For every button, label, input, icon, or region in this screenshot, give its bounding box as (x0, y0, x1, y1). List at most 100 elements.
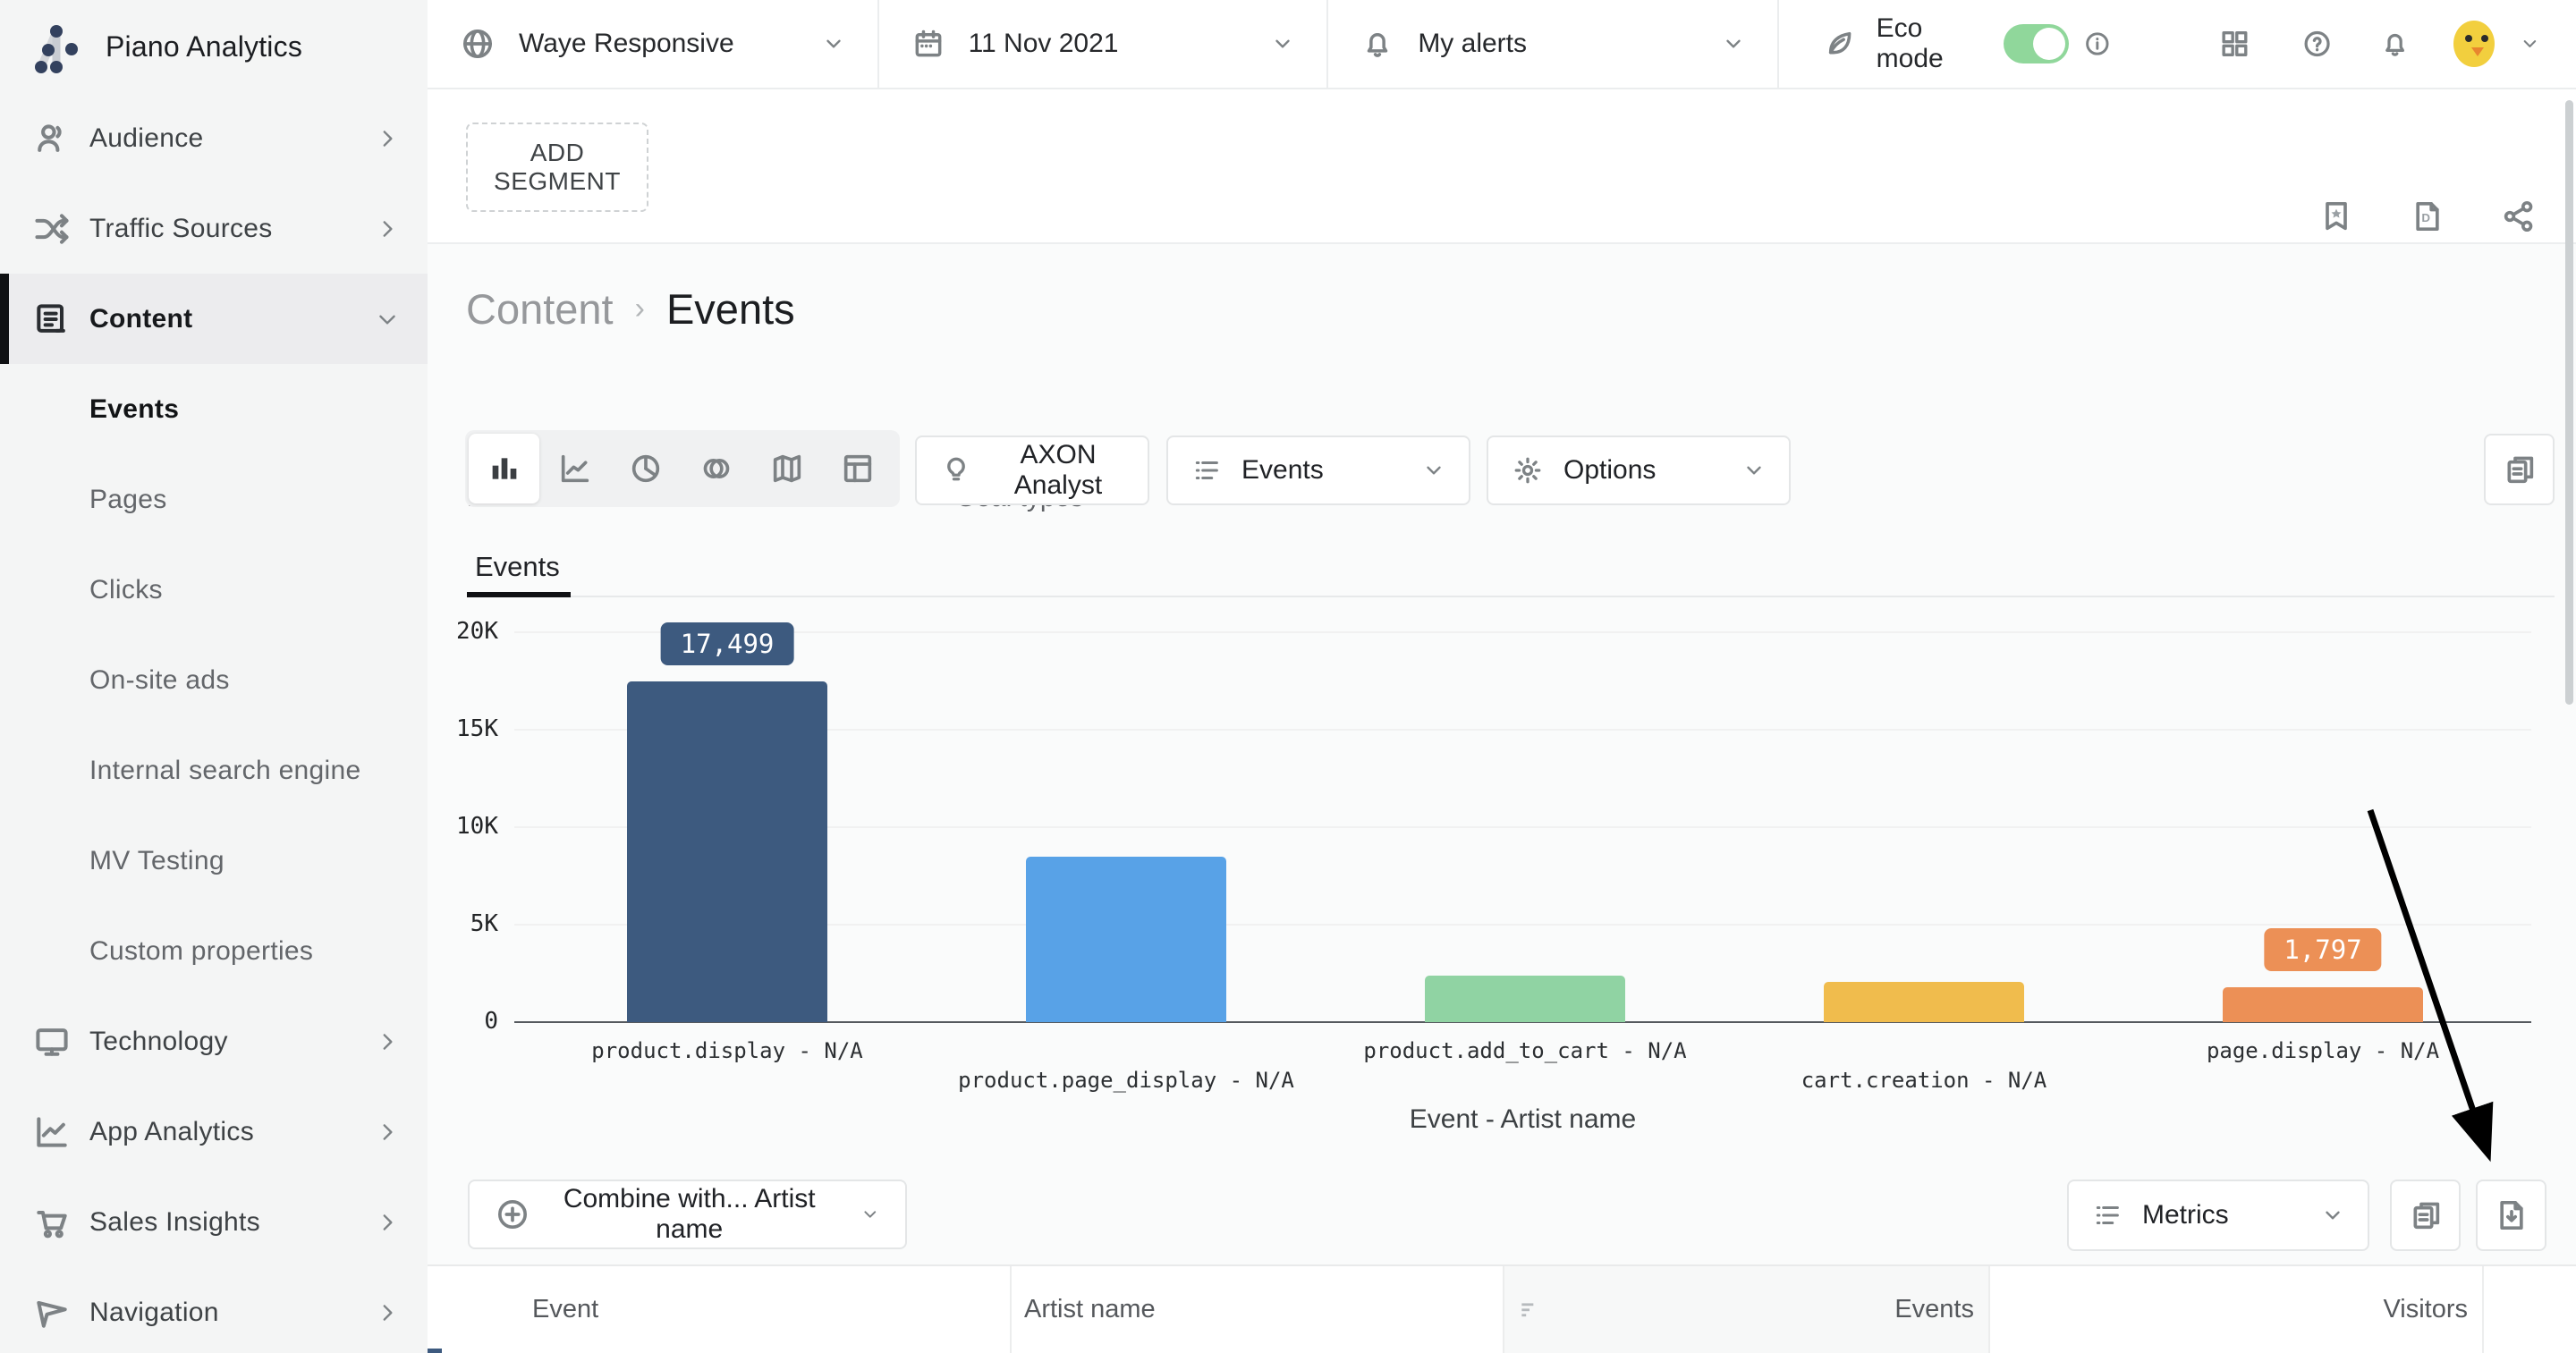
export-download-button[interactable] (2476, 1180, 2546, 1251)
lightbulb-icon (940, 454, 972, 486)
audience-icon (32, 119, 72, 158)
chevron-down-icon (822, 32, 845, 55)
column-header-event[interactable]: Event (428, 1266, 1012, 1353)
sidebar-item-navigation[interactable]: Navigation (0, 1267, 428, 1353)
column-header-artist-name[interactable]: Artist name (1012, 1266, 1504, 1353)
technology-icon (32, 1022, 72, 1061)
sidebar-item-label: Sales Insights (89, 1207, 260, 1238)
chart-type-venn[interactable] (681, 434, 751, 503)
column-header-events[interactable]: Events (1504, 1266, 1990, 1353)
combine-with-dropdown[interactable]: Combine with... Artist name (468, 1180, 907, 1249)
piano-analytics-page: Piano Analytics Audience Traffic Sources… (0, 0, 2576, 1353)
toggle-knob (2033, 28, 2065, 60)
chart-plot: 05K10K15K20K17,499product.display - N/Ap… (514, 617, 2531, 1022)
date-selector-label: 11 Nov 2021 (969, 29, 1119, 59)
chevron-down-icon (1271, 32, 1294, 55)
bell-icon (1360, 27, 1394, 61)
tab-bar-border (467, 596, 2555, 597)
sidebar-item-on-site-ads[interactable]: On-site ads (0, 635, 428, 725)
options-dropdown[interactable]: Options (1487, 435, 1791, 505)
y-axis-tick: 20K (432, 618, 498, 645)
column-header-spacer (2484, 1266, 2576, 1353)
bar-product.display - N/A[interactable] (627, 681, 827, 1022)
bookmark-icon[interactable] (2318, 199, 2354, 234)
table-icon (840, 451, 876, 486)
sidebar-item-label: MV Testing (89, 846, 225, 876)
app-title: Piano Analytics (106, 30, 302, 63)
line-chart-icon (557, 451, 593, 486)
x-axis-category-label: product.page_display - N/A (849, 1068, 1403, 1093)
sidebar-item-technology[interactable]: Technology (0, 996, 428, 1087)
report-document-icon[interactable]: D (2410, 199, 2445, 234)
site-selector[interactable]: Waye Responsive (428, 0, 879, 88)
chart-type-line[interactable] (539, 434, 610, 503)
info-icon[interactable] (2083, 28, 2112, 60)
chart-type-table[interactable] (822, 434, 893, 503)
copy-table-button[interactable] (2390, 1180, 2461, 1251)
bar-chart-icon (487, 451, 522, 486)
alerts-selector[interactable]: My alerts (1328, 0, 1779, 88)
chevron-right-icon (376, 127, 399, 150)
metrics-dropdown[interactable]: Metrics (2067, 1180, 2369, 1251)
chevron-right-icon (376, 1301, 399, 1324)
axon-analyst-button[interactable]: AXON Analyst (915, 435, 1149, 505)
sidebar-item-label: Pages (89, 485, 167, 515)
chevron-down-icon (1722, 32, 1745, 55)
chevron-down-icon (1742, 459, 1766, 482)
column-label: Artist name (1024, 1295, 1156, 1324)
app-logo[interactable]: Piano Analytics (0, 0, 428, 93)
sidebar-item-clicks[interactable]: Clicks (0, 545, 428, 635)
content-icon (32, 300, 72, 339)
bar-product.page_display - N/A[interactable] (1026, 857, 1226, 1022)
sidebar-item-content[interactable]: Content (0, 274, 428, 364)
venn-diagram-icon (699, 451, 734, 486)
notifications-bell-icon[interactable] (2379, 26, 2411, 62)
copy-icon (2502, 452, 2538, 487)
sidebar-item-events[interactable]: Events (0, 364, 428, 454)
chevron-down-icon[interactable] (2520, 32, 2540, 55)
chevron-down-icon (376, 308, 399, 331)
vertical-scrollbar[interactable] (2565, 100, 2573, 705)
bar-product.add_to_cart - N/A[interactable] (1425, 976, 1625, 1022)
sidebar-item-traffic-sources[interactable]: Traffic Sources (0, 183, 428, 274)
bar-cart.creation - N/A[interactable] (1824, 982, 2024, 1022)
sidebar-item-internal-search-engine[interactable]: Internal search engine (0, 725, 428, 816)
column-header-visitors[interactable]: Visitors (1990, 1266, 2484, 1353)
page-actions: D (2318, 199, 2537, 234)
sidebar-item-mv-testing[interactable]: MV Testing (0, 816, 428, 906)
x-axis-category-label: product.add_to_cart - N/A (1248, 1038, 1802, 1063)
sidebar-item-app-analytics[interactable]: App Analytics (0, 1087, 428, 1177)
eco-mode-toggle[interactable] (2004, 24, 2068, 63)
apps-grid-icon[interactable] (2218, 25, 2251, 63)
y-axis-tick: 5K (432, 910, 498, 937)
dimension-dropdown[interactable]: Events (1166, 435, 1470, 505)
sidebar: Piano Analytics Audience Traffic Sources… (0, 0, 428, 1353)
copy-chart-button[interactable] (2484, 434, 2555, 505)
x-axis-category-label: cart.creation - N/A (1647, 1068, 2201, 1093)
traffic-sources-icon (32, 209, 72, 249)
chart-type-pie[interactable] (610, 434, 681, 503)
date-selector[interactable]: 11 Nov 2021 (879, 0, 1329, 88)
sidebar-item-custom-properties[interactable]: Custom properties (0, 906, 428, 996)
breadcrumb-parent[interactable]: Content (466, 284, 614, 334)
sidebar-item-label: App Analytics (89, 1117, 254, 1147)
help-icon[interactable] (2301, 26, 2333, 62)
bar-page.display - N/A[interactable] (2223, 987, 2423, 1022)
axon-analyst-label: AXON Analyst (992, 440, 1124, 501)
chevron-right-icon (376, 1211, 399, 1234)
user-avatar[interactable] (2453, 21, 2495, 67)
add-segment-button[interactable]: ADD SEGMENT (466, 123, 648, 212)
sales-insights-icon (32, 1203, 72, 1242)
chevron-right-icon (376, 1030, 399, 1053)
sidebar-item-pages[interactable]: Pages (0, 454, 428, 545)
chevron-right-icon (376, 1120, 399, 1144)
y-axis-tick: 10K (432, 813, 498, 840)
page-title: Events (666, 284, 795, 334)
sidebar-item-audience[interactable]: Audience (0, 93, 428, 183)
chart-type-map[interactable] (751, 434, 822, 503)
chart-type-switcher (465, 430, 900, 507)
chart-type-bar[interactable] (469, 434, 539, 503)
share-icon[interactable] (2501, 199, 2537, 234)
copy-icon (2408, 1197, 2444, 1233)
sidebar-item-sales-insights[interactable]: Sales Insights (0, 1177, 428, 1267)
